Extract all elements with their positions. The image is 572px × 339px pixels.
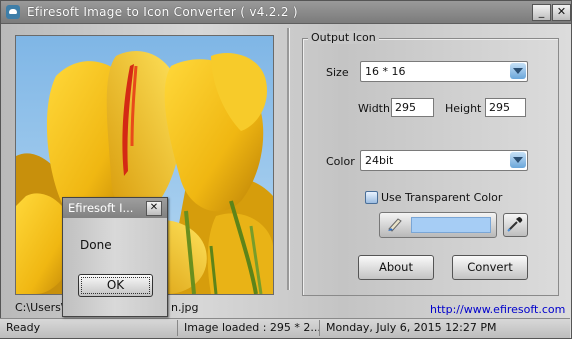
- status-image-info: Image loaded : 295 * 2...: [180, 320, 320, 336]
- dialog-title: Efiresoft I...: [68, 201, 134, 215]
- eyedropper-icon: [507, 217, 523, 232]
- convert-button[interactable]: Convert: [452, 255, 528, 280]
- vertical-divider: [287, 28, 290, 290]
- height-label: Height: [445, 102, 482, 115]
- title-bar[interactable]: Efiresoft Image to Icon Converter ( v4.2…: [1, 1, 571, 24]
- color-depth-value: 24bit: [365, 154, 394, 167]
- color-depth-select[interactable]: 24bit: [360, 150, 528, 171]
- size-select[interactable]: 16 * 16: [360, 61, 528, 82]
- eyedropper-button[interactable]: [503, 213, 528, 237]
- dialog-title-bar[interactable]: Efiresoft I... ✕: [63, 198, 167, 218]
- status-state: Ready: [2, 320, 178, 336]
- file-path-end: n.jpg: [171, 301, 199, 314]
- dialog-ok-button[interactable]: OK: [78, 274, 153, 297]
- height-field[interactable]: 295: [485, 98, 526, 117]
- file-path-start: C:\Users\: [15, 301, 65, 314]
- chevron-down-icon[interactable]: [510, 63, 526, 79]
- width-field[interactable]: 295: [391, 98, 434, 117]
- minimize-button[interactable]: _: [532, 4, 551, 21]
- dialog-message: Done: [80, 238, 112, 252]
- done-dialog: Efiresoft I... ✕ Done OK: [62, 197, 168, 317]
- color-label: Color: [326, 155, 355, 168]
- about-button[interactable]: About: [358, 255, 434, 280]
- transparent-color-checkbox[interactable]: [365, 191, 378, 204]
- output-icon-group-title: Output Icon: [308, 31, 379, 44]
- dialog-close-button[interactable]: ✕: [146, 201, 162, 216]
- window-title: Efiresoft Image to Icon Converter ( v4.2…: [27, 5, 298, 19]
- size-label: Size: [326, 66, 349, 79]
- website-link[interactable]: http://www.efiresoft.com: [430, 303, 565, 316]
- transparent-color-swatch: [411, 217, 491, 233]
- width-label: Width: [358, 102, 390, 115]
- paint-brush-icon[interactable]: [386, 216, 404, 232]
- app-icon: [6, 5, 20, 19]
- transparent-color-label[interactable]: Use Transparent Color: [381, 191, 502, 204]
- close-button[interactable]: ✕: [552, 4, 571, 21]
- chevron-down-icon[interactable]: [510, 152, 526, 168]
- status-datetime: Monday, July 6, 2015 12:27 PM: [326, 321, 497, 334]
- file-path-caption: C:\Users\ n.jpg: [15, 301, 199, 314]
- size-select-value: 16 * 16: [365, 65, 406, 78]
